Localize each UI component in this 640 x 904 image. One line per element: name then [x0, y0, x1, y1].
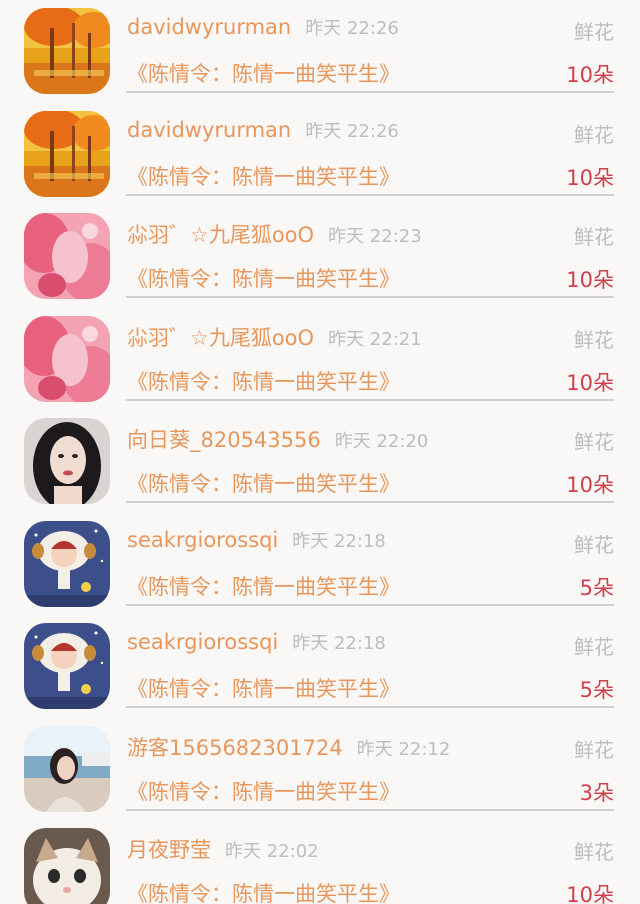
list-item[interactable]: seakrgiorossqi 昨天 22:18 鲜花 《陈情令：陈情一曲笑平生》 … — [0, 513, 640, 616]
gift-record-list: davidwyrurman 昨天 22:26 鲜花 《陈情令：陈情一曲笑平生》 1… — [0, 0, 640, 904]
list-item[interactable]: 游客1565682301724 昨天 22:12 鲜花 《陈情令：陈情一曲笑平生》… — [0, 718, 640, 821]
book-title[interactable]: 《陈情令：陈情一曲笑平生》 — [127, 366, 400, 396]
autumn-trees-avatar[interactable] — [24, 110, 110, 197]
cartoon-sheep-girl-avatar[interactable] — [24, 520, 110, 607]
user-name[interactable]: seakrgiorossqi 昨天 22:18 — [127, 629, 386, 655]
user-name[interactable]: 月夜野莹 昨天 22:02 — [127, 834, 319, 864]
pink-fox-avatar[interactable] — [24, 213, 110, 299]
seaside-woman-avatar[interactable] — [24, 725, 110, 812]
list-item[interactable]: 尛羽゛☆九尾狐ooO 昨天 22:23 鲜花 《陈情令：陈情一曲笑平生》 10朵 — [0, 205, 640, 308]
gift-type: 鲜花 — [574, 327, 614, 352]
timestamp: 昨天 22:23 — [328, 226, 422, 247]
cartoon-sheep-girl-avatar[interactable] — [24, 623, 110, 709]
divider — [126, 808, 614, 811]
timestamp: 昨天 22:02 — [225, 841, 319, 862]
book-title[interactable]: 《陈情令：陈情一曲笑平生》 — [127, 263, 400, 293]
divider — [126, 706, 614, 708]
timestamp: 昨天 22:18 — [292, 633, 386, 654]
pink-fox-avatar[interactable] — [24, 315, 110, 402]
gift-count: 10朵 — [566, 883, 614, 904]
list-item[interactable]: davidwyrurman 昨天 22:26 鲜花 《陈情令：陈情一曲笑平生》 1… — [0, 0, 640, 103]
user-name[interactable]: 尛羽゛☆九尾狐ooO 昨天 22:23 — [127, 219, 422, 249]
gift-count: 3朵 — [579, 780, 614, 805]
book-title[interactable]: 《陈情令：陈情一曲笑平生》 — [127, 878, 400, 904]
gift-type: 鲜花 — [574, 430, 614, 454]
user-name[interactable]: 尛羽゛☆九尾狐ooO 昨天 22:21 — [127, 322, 422, 352]
gift-type: 鲜花 — [574, 737, 614, 762]
user-name[interactable]: davidwyrurman 昨天 22:26 — [127, 14, 399, 40]
user-name[interactable]: 向日葵_820543556 昨天 22:20 — [127, 424, 428, 454]
book-title[interactable]: 《陈情令：陈情一曲笑平生》 — [127, 776, 400, 806]
list-item[interactable]: 向日葵_820543556 昨天 22:20 鲜花 《陈情令：陈情一曲笑平生》 1… — [0, 410, 640, 513]
list-item[interactable]: 月夜野莹 昨天 22:02 鲜花 《陈情令：陈情一曲笑平生》 10朵 — [0, 820, 640, 904]
cat-avatar[interactable] — [24, 828, 110, 904]
divider — [126, 193, 614, 196]
divider — [126, 296, 614, 298]
divider — [126, 603, 614, 606]
gift-type: 鲜花 — [574, 840, 614, 864]
divider — [126, 501, 614, 503]
timestamp: 昨天 22:18 — [292, 530, 386, 552]
book-title[interactable]: 《陈情令：陈情一曲笑平生》 — [127, 673, 400, 703]
timestamp: 昨天 22:12 — [356, 738, 451, 760]
gift-count: 5朵 — [579, 678, 614, 702]
gift-type: 鲜花 — [574, 532, 614, 557]
book-title[interactable]: 《陈情令：陈情一曲笑平生》 — [127, 58, 400, 88]
list-item[interactable]: seakrgiorossqi 昨天 22:18 鲜花 《陈情令：陈情一曲笑平生》 … — [0, 615, 640, 718]
gift-count: 10朵 — [566, 268, 614, 292]
book-title[interactable]: 《陈情令：陈情一曲笑平生》 — [127, 161, 400, 191]
timestamp: 昨天 22:26 — [305, 120, 399, 142]
list-item[interactable]: 尛羽゛☆九尾狐ooO 昨天 22:21 鲜花 《陈情令：陈情一曲笑平生》 10朵 — [0, 308, 640, 411]
book-title[interactable]: 《陈情令：陈情一曲笑平生》 — [127, 571, 400, 601]
gift-count: 10朵 — [566, 165, 614, 190]
woman-portrait-avatar[interactable] — [24, 418, 110, 504]
divider — [126, 91, 614, 93]
gift-type: 鲜花 — [574, 635, 614, 659]
timestamp: 昨天 22:26 — [305, 18, 399, 39]
gift-type: 鲜花 — [574, 225, 614, 249]
gift-count: 10朵 — [566, 63, 614, 87]
list-item[interactable]: davidwyrurman 昨天 22:26 鲜花 《陈情令：陈情一曲笑平生》 1… — [0, 103, 640, 206]
user-name[interactable]: 游客1565682301724 昨天 22:12 — [127, 732, 450, 762]
gift-type: 鲜花 — [574, 122, 614, 147]
autumn-trees-avatar[interactable] — [24, 8, 110, 94]
divider — [126, 398, 614, 401]
timestamp: 昨天 22:21 — [328, 328, 422, 350]
gift-count: 10朵 — [566, 473, 614, 497]
user-name[interactable]: seakrgiorossqi 昨天 22:18 — [127, 527, 386, 553]
timestamp: 昨天 22:20 — [334, 431, 429, 452]
gift-count: 10朵 — [566, 370, 614, 395]
gift-type: 鲜花 — [574, 20, 614, 44]
book-title[interactable]: 《陈情令：陈情一曲笑平生》 — [127, 468, 400, 498]
gift-count: 5朵 — [579, 575, 614, 600]
user-name[interactable]: davidwyrurman 昨天 22:26 — [127, 117, 399, 143]
